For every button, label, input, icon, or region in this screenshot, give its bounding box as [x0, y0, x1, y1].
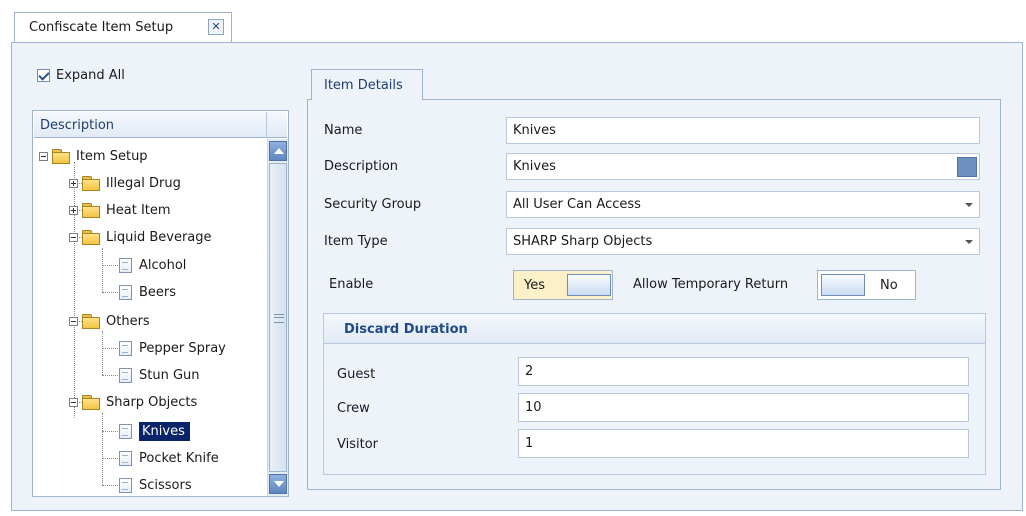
tree-node-label: Stun Gun: [139, 367, 200, 383]
item-tree[interactable]: Description Item Setup Illegal Drug Heat…: [32, 110, 289, 497]
document-icon: [119, 423, 132, 439]
tree-node-beers[interactable]: Beers: [119, 281, 176, 303]
tree-node-label: Alcohol: [139, 257, 187, 273]
expand-icon[interactable]: [69, 205, 78, 215]
tree-node-pepper-spray[interactable]: Pepper Spray: [119, 337, 226, 359]
tree-node-pocket-knife[interactable]: Pocket Knife: [119, 447, 219, 469]
tree-node-illegal-drug[interactable]: Illegal Drug: [69, 172, 181, 194]
tree-column-header[interactable]: Description: [34, 112, 267, 138]
tree-node-label: Beers: [139, 284, 177, 300]
tab-item-details[interactable]: Item Details: [311, 69, 423, 100]
dropdown-arrow-icon[interactable]: [965, 240, 973, 244]
temp-return-toggle-text: No: [880, 278, 898, 293]
tree-connector: [102, 292, 118, 293]
tree-connector: [102, 331, 103, 375]
crew-label: Crew: [337, 401, 370, 416]
collapse-icon[interactable]: [69, 316, 78, 326]
tree-connector: [102, 431, 118, 432]
enable-toggle-text: Yes: [524, 278, 545, 293]
document-icon: [119, 340, 132, 356]
tree-header-corner: [267, 112, 287, 138]
tab-confiscate-item-setup[interactable]: Confiscate Item Setup ✕: [14, 12, 232, 42]
item-type-select[interactable]: SHARP Sharp Objects: [506, 228, 980, 255]
toggle-knob: [567, 274, 611, 296]
guest-input[interactable]: 2: [518, 357, 969, 386]
visitor-label: Visitor: [337, 437, 378, 452]
name-input[interactable]: Knives: [506, 117, 980, 144]
tree-connector: [102, 348, 118, 349]
description-value: Knives: [513, 159, 556, 174]
tree-node-item-setup[interactable]: Item Setup: [39, 145, 148, 167]
security-group-select[interactable]: All User Can Access: [506, 191, 980, 218]
temp-return-toggle[interactable]: No: [817, 270, 916, 300]
tree-node-label: Pepper Spray: [139, 340, 226, 356]
guest-label: Guest: [337, 367, 376, 382]
expand-icon[interactable]: [69, 178, 78, 188]
description-edit-button[interactable]: [957, 157, 977, 177]
tree-node-sharp-objects[interactable]: Sharp Objects: [69, 391, 197, 413]
scrollbar-thumb[interactable]: [269, 163, 287, 472]
discard-duration-header: Discard Duration: [324, 314, 985, 344]
tree-node-alcohol[interactable]: Alcohol: [119, 254, 186, 276]
item-type-label: Item Type: [324, 234, 388, 249]
folder-icon: [82, 176, 100, 191]
open-folder-icon: [82, 230, 100, 245]
tree-connector: [102, 485, 118, 486]
tree-node-scissors[interactable]: Scissors: [119, 474, 192, 496]
tree-node-label: Heat Item: [106, 202, 171, 218]
enable-toggle[interactable]: Yes: [513, 270, 613, 300]
scroll-down-icon[interactable]: [269, 474, 287, 494]
dropdown-arrow-icon[interactable]: [965, 203, 973, 207]
document-icon: [119, 450, 132, 466]
collapse-icon[interactable]: [69, 232, 78, 242]
tree-node-label: Illegal Drug: [106, 175, 181, 191]
scroll-up-icon[interactable]: [269, 141, 287, 161]
crew-input[interactable]: 10: [518, 393, 969, 422]
expand-all-label: Expand All: [56, 68, 125, 83]
collapse-icon[interactable]: [69, 397, 78, 407]
checkbox-checked-icon[interactable]: [37, 69, 50, 82]
tree-connector: [102, 375, 118, 376]
toggle-knob: [821, 274, 865, 296]
document-icon: [119, 367, 132, 383]
tree-node-label-selected: Knives: [139, 421, 190, 441]
tree-node-label: Scissors: [139, 477, 192, 493]
document-icon: [119, 477, 132, 493]
tree-node-label: Sharp Objects: [106, 394, 198, 410]
security-group-value: All User Can Access: [513, 197, 641, 212]
tree-node-label: Liquid Beverage: [106, 229, 212, 245]
tree-node-stun-gun[interactable]: Stun Gun: [119, 364, 200, 386]
description-input[interactable]: Knives: [506, 153, 980, 180]
document-icon: [119, 257, 132, 273]
tree-node-knives[interactable]: Knives: [119, 420, 190, 442]
tree-node-liquid-beverage[interactable]: Liquid Beverage: [69, 226, 212, 248]
temp-return-label: Allow Temporary Return: [633, 277, 789, 292]
tab-title: Confiscate Item Setup: [29, 20, 174, 35]
tree-node-label: Pocket Knife: [139, 450, 219, 466]
close-tab-icon[interactable]: ✕: [208, 19, 224, 35]
open-folder-icon: [82, 203, 100, 218]
visitor-input[interactable]: 1: [518, 429, 969, 458]
open-folder-icon: [82, 395, 100, 410]
tree-node-label: Others: [106, 313, 150, 329]
enable-label: Enable: [329, 277, 374, 292]
grip-icon: [274, 314, 284, 323]
folder-icon: [52, 149, 70, 164]
tree-node-others[interactable]: Others: [69, 310, 150, 332]
tree-connector: [102, 458, 118, 459]
tree-node-heat-item[interactable]: Heat Item: [69, 199, 171, 221]
expand-all-checkbox[interactable]: Expand All: [37, 68, 125, 83]
description-label: Description: [324, 159, 399, 174]
collapse-icon[interactable]: [39, 151, 48, 161]
tree-connector: [102, 248, 103, 292]
tree-scrollbar[interactable]: [267, 139, 288, 496]
item-type-value: SHARP Sharp Objects: [513, 234, 653, 249]
tree-connector: [102, 413, 103, 485]
security-group-label: Security Group: [324, 197, 422, 212]
document-icon: [119, 284, 132, 300]
tree-connector: [102, 265, 118, 266]
name-label: Name: [324, 123, 363, 138]
tree-node-label: Item Setup: [76, 148, 148, 164]
open-folder-icon: [82, 314, 100, 329]
